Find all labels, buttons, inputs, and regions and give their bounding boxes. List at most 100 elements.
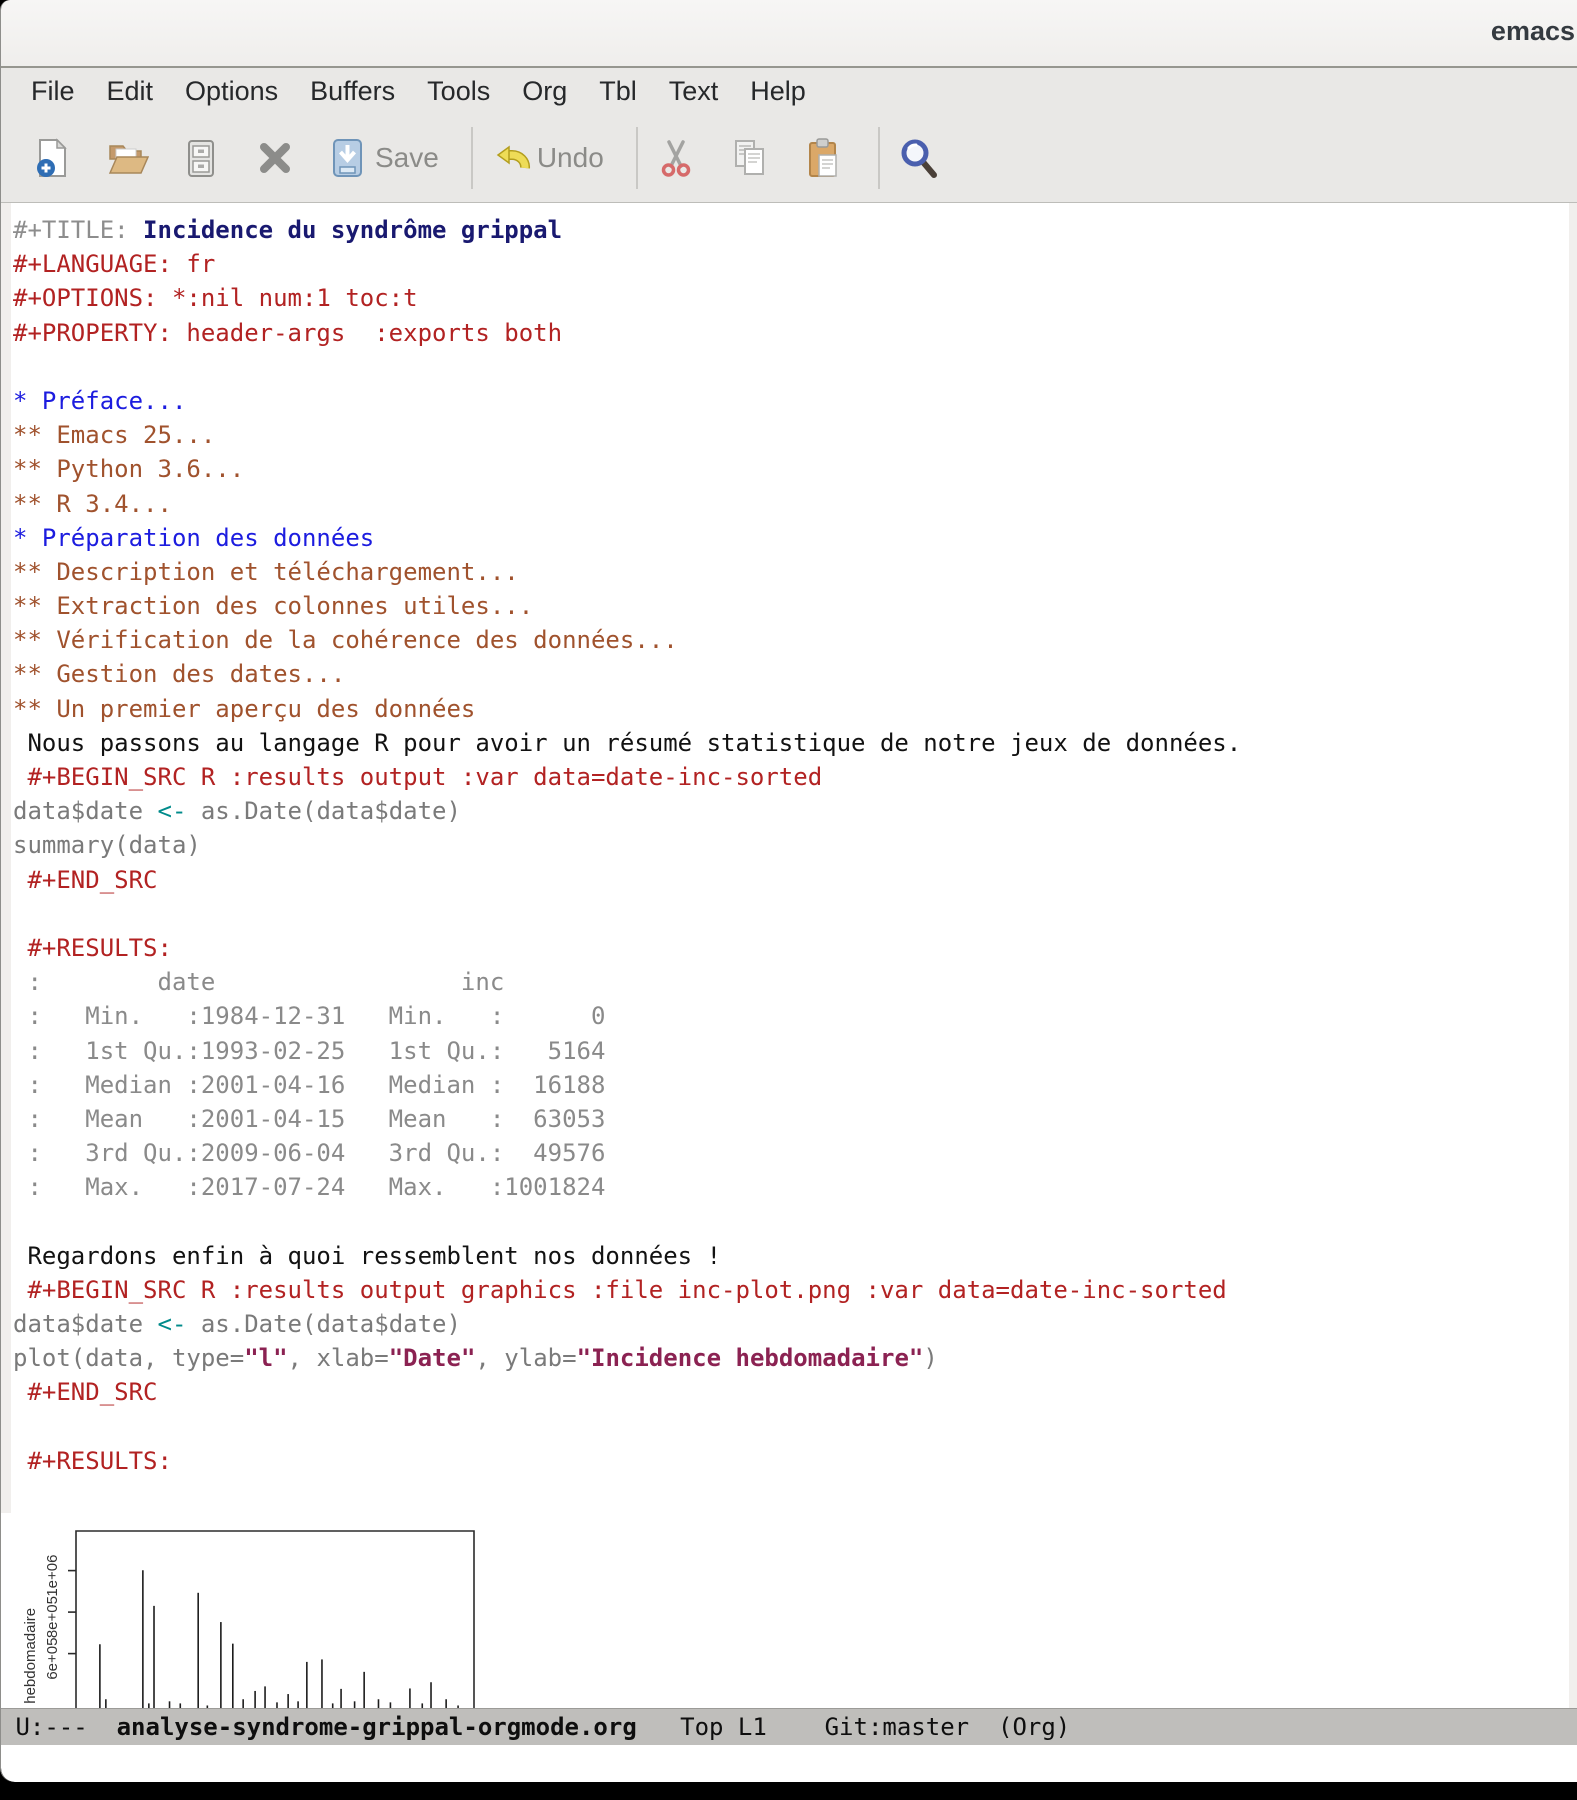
- paste-button[interactable]: [802, 136, 846, 180]
- buffer-line: ** Vérification de la cohérence des donn…: [13, 623, 1567, 657]
- copy-button[interactable]: [728, 136, 772, 180]
- buffer-segment: plot(data, type=: [13, 1344, 244, 1372]
- buffer-line: summary(data): [13, 828, 1567, 862]
- menu-item-org[interactable]: Org: [506, 68, 583, 114]
- buffer-line: #+PROPERTY: header-args :exports both: [13, 316, 1567, 350]
- paste-icon: [802, 136, 846, 180]
- buffer-segment: #+TITLE:: [13, 216, 143, 244]
- dired-button[interactable]: [179, 136, 223, 180]
- buffer-line: : Min. :1984-12-31 Min. : 0: [13, 999, 1567, 1033]
- buffer-line: #+RESULTS:: [13, 1444, 1567, 1478]
- window-title: emacs: [1491, 16, 1575, 47]
- mode-line-segment: Top L1 Git:master (Org): [637, 1713, 1070, 1741]
- buffer-segment: #+OPTIONS: *:nil num:1 toc:t: [13, 284, 418, 312]
- buffer-line: * Préparation des données: [13, 521, 1567, 555]
- buffer-area[interactable]: #+TITLE: Incidence du syndrôme grippal#+…: [1, 203, 1577, 1708]
- buffer-segment: ** R 3.4...: [13, 490, 172, 518]
- emacs-window: emacs FileEditOptionsBuffersToolsOrgTblT…: [0, 0, 1577, 1782]
- buffer-line: : 3rd Qu.:2009-06-04 3rd Qu.: 49576: [13, 1136, 1567, 1170]
- buffer-line: [13, 1478, 1567, 1512]
- buffer-segment: #+RESULTS:: [13, 1447, 172, 1475]
- buffer-segment: : Median :2001-04-16 Median : 16188: [13, 1071, 605, 1099]
- buffer-segment: "Incidence hebdomadaire": [577, 1344, 924, 1372]
- buffer-segment: ** Description et téléchargement...: [13, 558, 519, 586]
- buffer-segment: summary(data): [13, 831, 201, 859]
- buffer-segment: : Max. :2017-07-24 Max. :1001824: [13, 1173, 605, 1201]
- buffer-line: [13, 350, 1567, 384]
- buffer-segment: "Date": [389, 1344, 476, 1372]
- svg-text:Incidence hebdomadaire: Incidence hebdomadaire: [22, 1608, 39, 1709]
- open-file-button[interactable]: [105, 136, 149, 180]
- buffer-line: #+RESULTS:: [13, 931, 1567, 965]
- buffer-line: #+END_SRC: [13, 863, 1567, 897]
- buffer-segment: ** Un premier aperçu des données: [13, 695, 475, 723]
- new-file-button[interactable]: [31, 136, 75, 180]
- buffer-segment: #+RESULTS:: [13, 934, 172, 962]
- undo-button-label: Undo: [537, 142, 604, 174]
- search-button[interactable]: [896, 136, 940, 180]
- buffer-segment: * Préface...: [13, 387, 186, 415]
- buffer-line: plot(data, type="l", xlab="Date", ylab="…: [13, 1341, 1567, 1375]
- buffer-segment: : Mean :2001-04-15 Mean : 63053: [13, 1105, 605, 1133]
- menu-item-buffers[interactable]: Buffers: [294, 68, 411, 114]
- right-fringe: [1569, 203, 1577, 1708]
- menu-item-text[interactable]: Text: [653, 68, 735, 114]
- menu-item-tools[interactable]: Tools: [411, 68, 506, 114]
- open-folder-icon: [105, 136, 149, 180]
- buffer-segment: , ylab=: [475, 1344, 576, 1372]
- file-cabinet-icon: [179, 136, 223, 180]
- title-bar: emacs: [1, 0, 1577, 68]
- undo-button[interactable]: Undo: [489, 136, 604, 180]
- menu-item-tbl[interactable]: Tbl: [583, 68, 653, 114]
- buffer-segment: ** Emacs 25...: [13, 421, 215, 449]
- buffer-segment: #+END_SRC: [13, 866, 158, 894]
- toolbar: Save Undo: [1, 114, 1577, 203]
- buffer-segment: Regardons enfin à quoi ressemblent nos d…: [13, 1242, 721, 1270]
- search-icon: [896, 136, 940, 180]
- buffer-segment: data$date: [13, 797, 158, 825]
- buffer-segment: #+PROPERTY: header-args :exports both: [13, 319, 562, 347]
- buffer-segment: * Préparation des données: [13, 524, 374, 552]
- buffer-segment: data$date: [13, 1310, 158, 1338]
- buffer-segment: "l": [244, 1344, 287, 1372]
- buffer-segment: : 1st Qu.:1993-02-25 1st Qu.: 5164: [13, 1037, 605, 1065]
- buffer-segment: #+LANGUAGE: fr: [13, 250, 215, 278]
- mode-line[interactable]: U:--- analyse-syndrome-grippal-orgmode.o…: [1, 1708, 1577, 1745]
- buffer-segment: #+END_SRC: [13, 1378, 158, 1406]
- buffer-line: * Préface...: [13, 384, 1567, 418]
- menu-item-edit[interactable]: Edit: [91, 68, 170, 114]
- buffer-segment: : date inc: [13, 968, 504, 996]
- buffer-segment: as.Date(data$date): [186, 797, 461, 825]
- buffer-segment: ** Extraction des colonnes utiles...: [13, 592, 533, 620]
- buffer-line: ** Gestion des dates...: [13, 657, 1567, 691]
- new-file-icon: [31, 136, 75, 180]
- buffer-line: #+BEGIN_SRC R :results output graphics :…: [13, 1273, 1567, 1307]
- mode-line-segment: analyse-syndrome-grippal-orgmode.org: [117, 1713, 637, 1741]
- save-icon: [327, 136, 371, 180]
- buffer-line: : Median :2001-04-16 Median : 16188: [13, 1068, 1567, 1102]
- buffer-segment: ** Gestion des dates...: [13, 660, 345, 688]
- buffer-segment: : 3rd Qu.:2009-06-04 3rd Qu.: 49576: [13, 1139, 605, 1167]
- close-buffer-button[interactable]: [253, 136, 297, 180]
- buffer-line: ** Python 3.6...: [13, 452, 1567, 486]
- echo-area: Beginning of buffer: [1, 1745, 1577, 1782]
- left-fringe: [1, 203, 11, 1708]
- buffer-line: ** Description et téléchargement...: [13, 555, 1567, 589]
- buffer-line: #+END_SRC: [13, 1375, 1567, 1409]
- save-button-label: Save: [375, 142, 439, 174]
- save-button[interactable]: Save: [327, 136, 439, 180]
- buffer-line: #+LANGUAGE: fr: [13, 247, 1567, 281]
- buffer-line: ** Extraction des colonnes utiles...: [13, 589, 1567, 623]
- close-icon: [253, 136, 297, 180]
- cut-button[interactable]: [654, 136, 698, 180]
- svg-text:8e+05: 8e+05: [44, 1596, 61, 1638]
- buffer-line: data$date <- as.Date(data$date): [13, 794, 1567, 828]
- menu-item-help[interactable]: Help: [734, 68, 822, 114]
- menu-item-options[interactable]: Options: [169, 68, 294, 114]
- toolbar-separator: [878, 127, 880, 189]
- undo-icon: [489, 136, 533, 180]
- cut-icon: [654, 136, 698, 180]
- toolbar-separator: [636, 127, 638, 189]
- menu-item-file[interactable]: File: [15, 68, 91, 114]
- buffer-line: : Max. :2017-07-24 Max. :1001824: [13, 1170, 1567, 1204]
